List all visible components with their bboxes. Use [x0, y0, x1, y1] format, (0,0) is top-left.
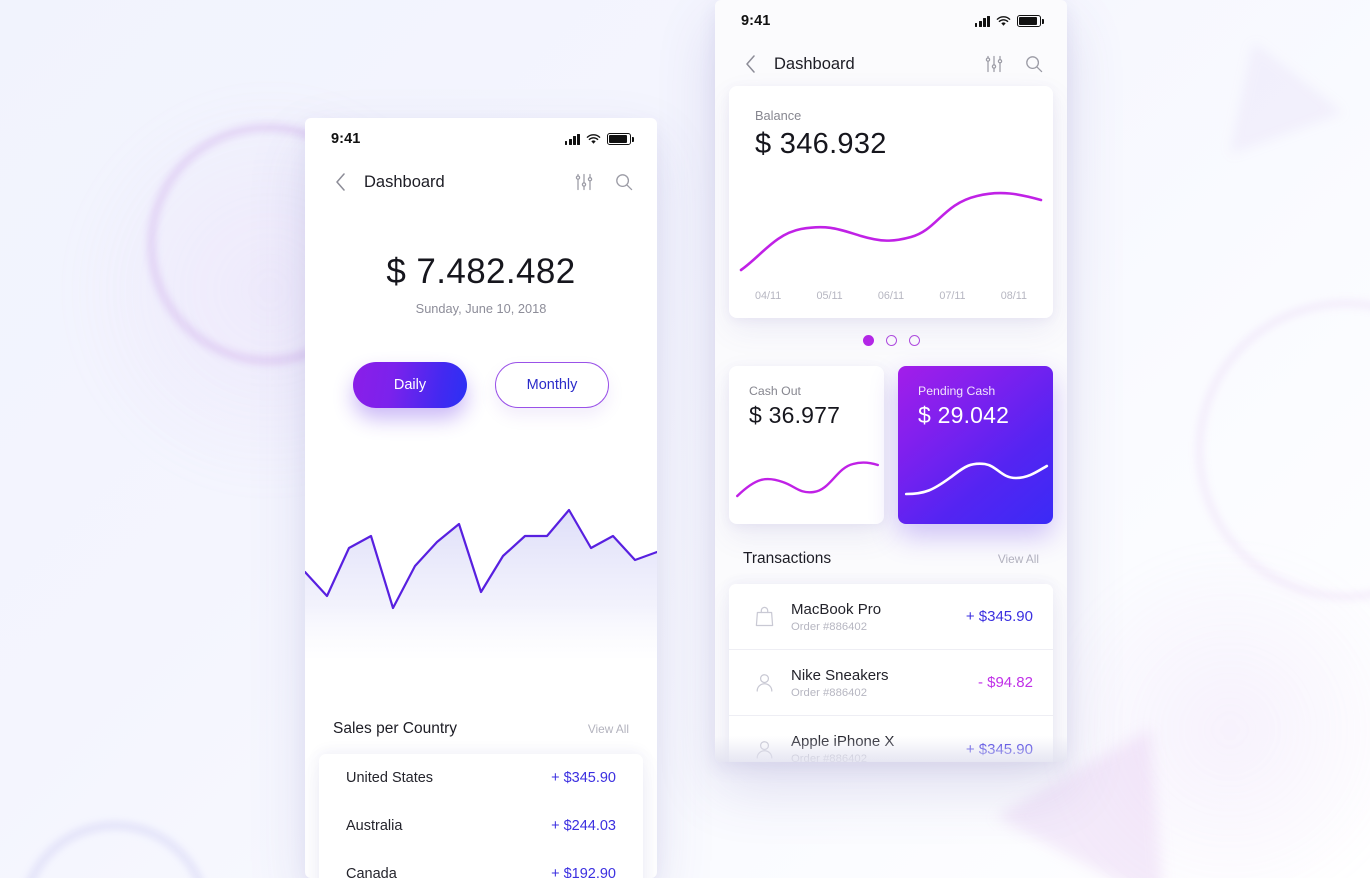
wifi-icon	[586, 133, 601, 144]
section-title: Transactions	[743, 550, 832, 567]
metric-cards: Cash Out $ 36.977 Pending Cash $ 29.042	[729, 366, 1053, 524]
navigation-bar: Dashboard	[715, 42, 1067, 86]
pending-cash-sparkline	[898, 448, 1053, 506]
back-button[interactable]	[739, 53, 761, 75]
pagination-dot[interactable]	[885, 335, 897, 346]
dashboard-body: Balance $ 346.932 04/11 05/11 06/11 07/1…	[715, 86, 1067, 762]
axis-tick: 06/11	[877, 290, 905, 302]
list-item[interactable]: Canada + $192.90	[319, 850, 643, 878]
transactions-list: MacBook Pro Order #886402 + $345.90 Nike…	[729, 584, 1053, 762]
balance-chart	[729, 182, 1053, 278]
section-title: Sales per Country	[333, 720, 458, 737]
transaction-order: Order #886402	[791, 753, 867, 762]
balance-axis-labels: 04/11 05/11 06/11 07/11 08/11	[729, 290, 1053, 302]
transaction-texts: Nike Sneakers Order #886402	[791, 667, 889, 699]
table-row[interactable]: Apple iPhone X Order #886402 + $345.90	[729, 716, 1053, 762]
user-icon	[749, 672, 779, 693]
sliders-icon[interactable]	[985, 55, 1003, 73]
transaction-name: Apple iPhone X	[791, 733, 895, 750]
axis-tick: 07/11	[939, 290, 966, 302]
balance-amount: $ 346.932	[755, 128, 887, 160]
wifi-icon	[996, 15, 1011, 26]
country-amount: + $244.03	[551, 818, 616, 834]
section-header: Sales per Country View All	[305, 720, 657, 754]
pending-cash-card[interactable]: Pending Cash $ 29.042	[898, 366, 1053, 524]
country-amount: + $192.90	[551, 866, 616, 878]
country-name: Canada	[346, 866, 397, 878]
country-list: United States + $345.90 Australia + $244…	[319, 754, 643, 878]
battery-icon	[1017, 15, 1044, 27]
status-time: 9:41	[331, 131, 361, 147]
list-item[interactable]: Australia + $244.03	[319, 802, 643, 850]
view-all-link[interactable]: View All	[998, 552, 1039, 566]
user-icon	[749, 739, 779, 760]
pending-cash-label: Pending Cash	[918, 384, 996, 398]
chart-line	[739, 191, 1043, 272]
status-bar: 9:41	[715, 0, 1067, 42]
balance-card[interactable]: Balance $ 346.932 04/11 05/11 06/11 07/1…	[729, 86, 1053, 318]
axis-tick: 04/11	[755, 290, 782, 302]
monthly-button[interactable]: Monthly	[495, 362, 609, 408]
cash-out-sparkline	[729, 448, 884, 506]
table-row[interactable]: MacBook Pro Order #886402 + $345.90	[729, 584, 1053, 650]
page-title: Dashboard	[774, 54, 855, 73]
pending-cash-amount: $ 29.042	[918, 402, 1010, 428]
country-name: Australia	[346, 818, 403, 834]
transactions-header: Transactions View All	[729, 524, 1053, 584]
phone-screen-overview: 9:41 Dashboard Balance $ 346.932 04/11 0…	[715, 0, 1067, 762]
status-icons	[974, 15, 1044, 27]
nav-actions	[575, 173, 633, 191]
sales-per-country-section: Sales per Country View All United States…	[305, 720, 657, 878]
transaction-amount: + $345.90	[965, 740, 1033, 758]
chevron-left-icon	[335, 173, 345, 191]
cash-out-label: Cash Out	[749, 384, 801, 398]
carousel-pagination	[729, 335, 1053, 346]
chart-line	[736, 461, 880, 498]
cash-out-card[interactable]: Cash Out $ 36.977	[729, 366, 884, 524]
transaction-name: MacBook Pro	[791, 600, 882, 618]
battery-icon	[607, 133, 634, 145]
table-row[interactable]: Nike Sneakers Order #886402 - $94.82	[729, 650, 1053, 716]
status-bar: 9:41	[305, 118, 657, 160]
transaction-amount: - $94.82	[977, 674, 1033, 691]
view-all-link[interactable]: View All	[588, 722, 629, 736]
signal-bars-icon	[564, 133, 580, 145]
nav-actions	[985, 55, 1043, 73]
status-time: 9:41	[741, 13, 771, 29]
total-amount: $ 7.482.482	[386, 252, 576, 291]
transaction-texts: Apple iPhone X Order #886402	[791, 733, 894, 762]
search-icon[interactable]	[615, 173, 633, 191]
daily-sales-chart	[305, 448, 657, 658]
daily-button[interactable]: Daily	[353, 362, 467, 408]
phone-screen-daily: 9:41 Dashboard $ 7.482.482 Sunday, June …	[305, 118, 657, 878]
chevron-left-icon	[745, 55, 755, 73]
chart-area-fill	[305, 510, 657, 658]
summary-date: Sunday, June 10, 2018	[415, 301, 547, 316]
sliders-icon[interactable]	[575, 173, 593, 191]
transaction-name: Nike Sneakers	[791, 666, 889, 684]
chart-line	[904, 462, 1049, 496]
transaction-texts: MacBook Pro Order #886402	[791, 601, 881, 633]
list-item[interactable]: United States + $345.90	[319, 754, 643, 802]
period-toggle: Daily Monthly	[305, 362, 657, 408]
country-name: United States	[346, 770, 434, 786]
page-title: Dashboard	[364, 172, 445, 191]
shopping-bag-icon	[749, 606, 779, 627]
signal-bars-icon	[974, 15, 990, 27]
search-icon[interactable]	[1025, 55, 1043, 73]
balance-label: Balance	[755, 108, 802, 123]
transaction-order: Order #886402	[791, 620, 867, 633]
pagination-dot[interactable]	[908, 335, 920, 346]
status-icons	[564, 133, 634, 145]
navigation-bar: Dashboard	[305, 160, 657, 204]
transaction-amount: + $345.90	[965, 608, 1033, 625]
axis-tick: 05/11	[816, 290, 843, 302]
back-button[interactable]	[329, 171, 351, 193]
transaction-order: Order #886402	[791, 686, 867, 699]
pagination-dot-active[interactable]	[862, 335, 874, 346]
balance-summary: $ 7.482.482 Sunday, June 10, 2018	[305, 252, 657, 316]
cash-out-amount: $ 36.977	[749, 402, 841, 428]
country-amount: + $345.90	[551, 770, 616, 786]
axis-tick: 08/11	[1000, 290, 1027, 302]
